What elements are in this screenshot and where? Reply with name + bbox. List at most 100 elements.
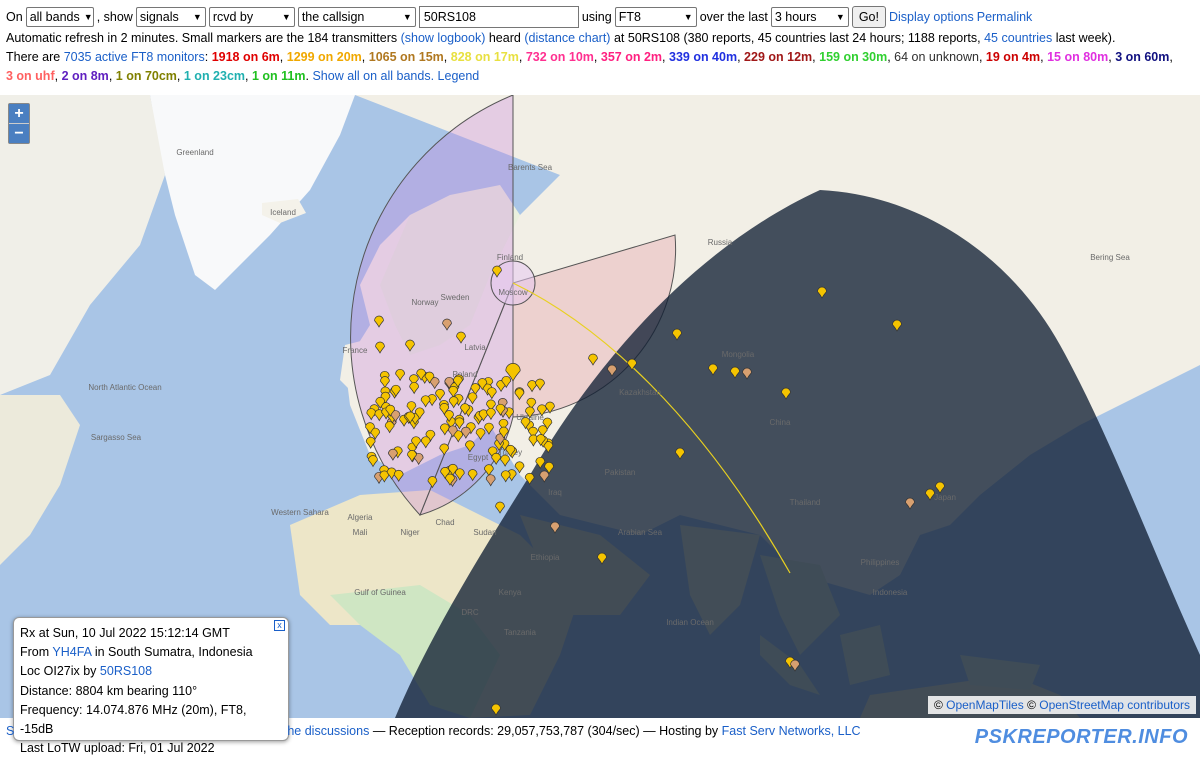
map-label: Indian Ocean bbox=[666, 618, 714, 627]
map-label: Bering Sea bbox=[1090, 253, 1130, 262]
reception-popup: x Rx at Sun, 10 Jul 2022 15:12:14 GMT Fr… bbox=[13, 617, 289, 755]
footer: She discussions — Reception records: 29,… bbox=[6, 724, 861, 738]
map-label: Iraq bbox=[548, 488, 562, 497]
show-label: , show bbox=[96, 10, 133, 24]
band-count-9[interactable]: 64 on unknown bbox=[891, 50, 979, 64]
using-label: using bbox=[581, 10, 612, 24]
show-logbook-link[interactable]: (show logbook) bbox=[401, 31, 486, 45]
map-label: Algeria bbox=[348, 513, 373, 522]
refresh-text: Automatic refresh in 2 minutes. Small ma… bbox=[6, 31, 398, 45]
map-label: Iceland bbox=[270, 208, 296, 217]
band-count-7[interactable]: 229 on 12m bbox=[741, 50, 812, 64]
chevron-down-icon: ▼ bbox=[683, 12, 693, 22]
zoom-out-button[interactable]: − bbox=[9, 123, 29, 143]
map-label: Pakistan bbox=[605, 468, 636, 477]
map-label: Sargasso Sea bbox=[91, 433, 142, 442]
close-icon[interactable]: x bbox=[274, 620, 285, 631]
band-count-8[interactable]: 159 on 30m bbox=[816, 50, 887, 64]
distance-chart-link[interactable]: (distance chart) bbox=[524, 31, 610, 45]
copyright-symbol: © bbox=[1027, 698, 1036, 712]
query-toolbar: On all bands ▼ , show signals ▼ rcvd by ▼ t… bbox=[6, 6, 1032, 28]
map-label: Tanzania bbox=[504, 628, 537, 637]
locator-line: Loc OI27ix by 50RS108 bbox=[20, 662, 282, 681]
band-count-16[interactable]: 1 on 23cm bbox=[180, 69, 245, 83]
map-label: Kenya bbox=[499, 588, 522, 597]
map-label: DRC bbox=[461, 608, 479, 617]
zoom-control: + − bbox=[8, 103, 30, 144]
locator-label: Loc OI27ix by bbox=[20, 664, 97, 679]
monitor-counts-line-2: 3 on uhf, 2 on 8m, 1 on 70cm, 1 on 23cm,… bbox=[6, 69, 479, 83]
map-label: Norway bbox=[411, 298, 438, 307]
band-count-11[interactable]: 15 on 80m bbox=[1044, 50, 1108, 64]
from-place: in South Sumatra, Indonesia bbox=[94, 645, 253, 660]
from-label: From bbox=[20, 645, 50, 660]
map-label: Moscow bbox=[498, 288, 528, 297]
map-label: Ethiopia bbox=[531, 553, 560, 562]
band-count-14[interactable]: 2 on 8m bbox=[58, 69, 109, 83]
records-text: — Reception records: 29,057,753,787 (304… bbox=[372, 724, 719, 738]
from-callsign-link[interactable]: YH4FA bbox=[52, 645, 91, 659]
direction-select[interactable]: rcvd by ▼ bbox=[208, 7, 295, 27]
map-label: Barents Sea bbox=[508, 163, 553, 172]
map-label: Mongolia bbox=[722, 350, 755, 359]
map-label: Greenland bbox=[176, 148, 213, 157]
active-monitors-link[interactable]: 7035 active FT8 monitors bbox=[64, 50, 205, 64]
map-label: Philippines bbox=[861, 558, 900, 567]
signals-select[interactable]: signals ▼ bbox=[135, 7, 206, 27]
target-type-select[interactable]: the callsign ▼ bbox=[297, 7, 416, 27]
countries-link[interactable]: 45 countries bbox=[984, 31, 1052, 45]
go-button[interactable]: Go! bbox=[851, 6, 886, 28]
osm-link[interactable]: OpenStreetMap contributors bbox=[1039, 698, 1190, 712]
footer-link-start[interactable]: S bbox=[6, 724, 14, 738]
band-count-13[interactable]: 3 on uhf bbox=[6, 69, 55, 83]
over-label: over the last bbox=[699, 10, 768, 24]
last-week-text: last week). bbox=[1055, 31, 1116, 45]
band-count-2[interactable]: 1065 on 15m bbox=[365, 50, 444, 64]
callsign-input[interactable] bbox=[418, 6, 579, 28]
map-label: Finland bbox=[497, 253, 523, 262]
mode-select[interactable]: FT8 ▼ bbox=[614, 7, 697, 27]
band-count-12[interactable]: 3 on 60m bbox=[1112, 50, 1169, 64]
band-count-1[interactable]: 1299 on 20m bbox=[283, 50, 362, 64]
band-count-3[interactable]: 828 on 17m bbox=[447, 50, 519, 64]
from-line: From YH4FA in South Sumatra, Indonesia bbox=[20, 643, 282, 662]
show-all-link[interactable]: Show all on all bands. bbox=[309, 69, 434, 83]
stats-text: at 50RS108 (380 reports, 45 countries la… bbox=[613, 31, 981, 45]
openmaptiles-link[interactable]: OpenMapTiles bbox=[946, 698, 1024, 712]
map-label: Gulf of Guinea bbox=[354, 588, 406, 597]
monitor-counts-line: There are 7035 active FT8 monitors: 1918… bbox=[6, 50, 1173, 64]
hosting-link[interactable]: Fast Serv Networks, LLC bbox=[722, 724, 861, 738]
map-label: Sudan bbox=[473, 528, 496, 537]
site-logo: PSKREPORTER.INFO bbox=[974, 726, 1188, 748]
receiver-callsign-link[interactable]: 50RS108 bbox=[100, 664, 152, 678]
band-count-0[interactable]: 1918 on 6m bbox=[212, 50, 280, 64]
map-label: Arabian Sea bbox=[618, 528, 663, 537]
band-count-6[interactable]: 339 on 40m bbox=[666, 50, 737, 64]
map-label: Japan bbox=[934, 493, 956, 502]
map-label: Kazakhstan bbox=[619, 388, 661, 397]
permalink-link[interactable]: Permalink bbox=[977, 10, 1033, 24]
band-count-17[interactable]: 1 on 11m bbox=[249, 69, 306, 83]
chevron-down-icon: ▼ bbox=[402, 12, 412, 22]
heard-text: heard bbox=[488, 31, 521, 45]
map-label: Sweden bbox=[441, 293, 470, 302]
map-label: Thailand bbox=[790, 498, 821, 507]
band-count-5[interactable]: 357 on 2m bbox=[597, 50, 662, 64]
map-label: Niger bbox=[400, 528, 419, 537]
discussions-link[interactable]: he discussions bbox=[287, 724, 369, 738]
band-count-4[interactable]: 732 on 10m bbox=[522, 50, 594, 64]
band-select[interactable]: all bands ▼ bbox=[25, 7, 94, 27]
map-label: North Atlantic Ocean bbox=[88, 383, 161, 392]
legend-link[interactable]: Legend bbox=[434, 69, 480, 83]
band-count-15[interactable]: 1 on 70cm bbox=[112, 69, 177, 83]
rx-time: Rx at Sun, 10 Jul 2022 15:12:14 GMT bbox=[20, 626, 230, 640]
band-count-10[interactable]: 19 on 4m bbox=[982, 50, 1040, 64]
display-options-link[interactable]: Display options bbox=[889, 10, 974, 24]
separator: , bbox=[1169, 50, 1173, 64]
distance-line: Distance: 8804 km bearing 110° bbox=[20, 683, 198, 698]
period-select[interactable]: 3 hours ▼ bbox=[770, 7, 849, 27]
zoom-in-button[interactable]: + bbox=[9, 104, 29, 123]
copyright-symbol: © bbox=[933, 698, 943, 712]
there-are-text: There are bbox=[6, 50, 61, 64]
colon-text: : bbox=[204, 50, 209, 64]
